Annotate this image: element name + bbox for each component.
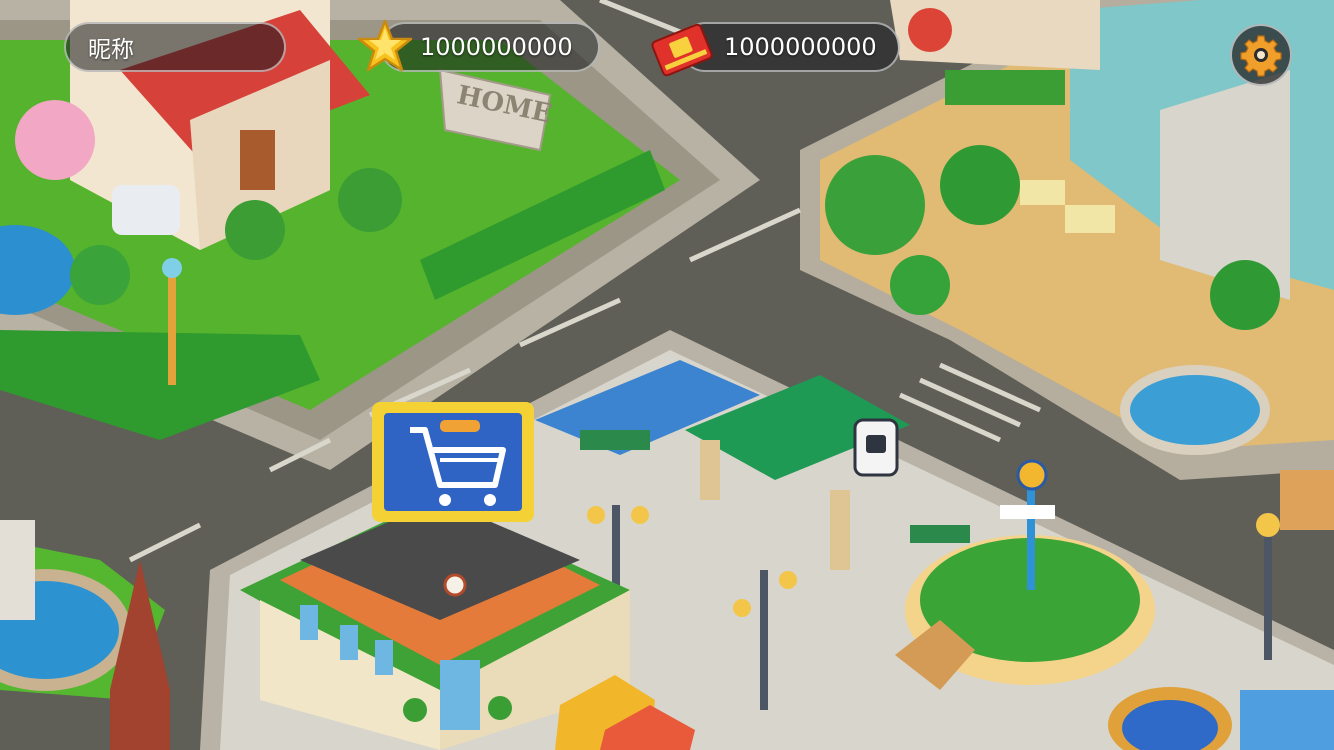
city-scene: HOME	[0, 0, 1334, 750]
nickname-panel[interactable]: 昵称	[64, 22, 286, 72]
redpacket-count: 1000000000	[724, 33, 877, 61]
gear-icon	[1240, 35, 1282, 77]
nickname-label: 昵称	[88, 37, 134, 63]
red-packet-icon	[651, 23, 713, 77]
settings-button[interactable]	[1230, 24, 1292, 86]
star-icon	[357, 19, 413, 72]
star-count: 1000000000	[420, 33, 573, 61]
